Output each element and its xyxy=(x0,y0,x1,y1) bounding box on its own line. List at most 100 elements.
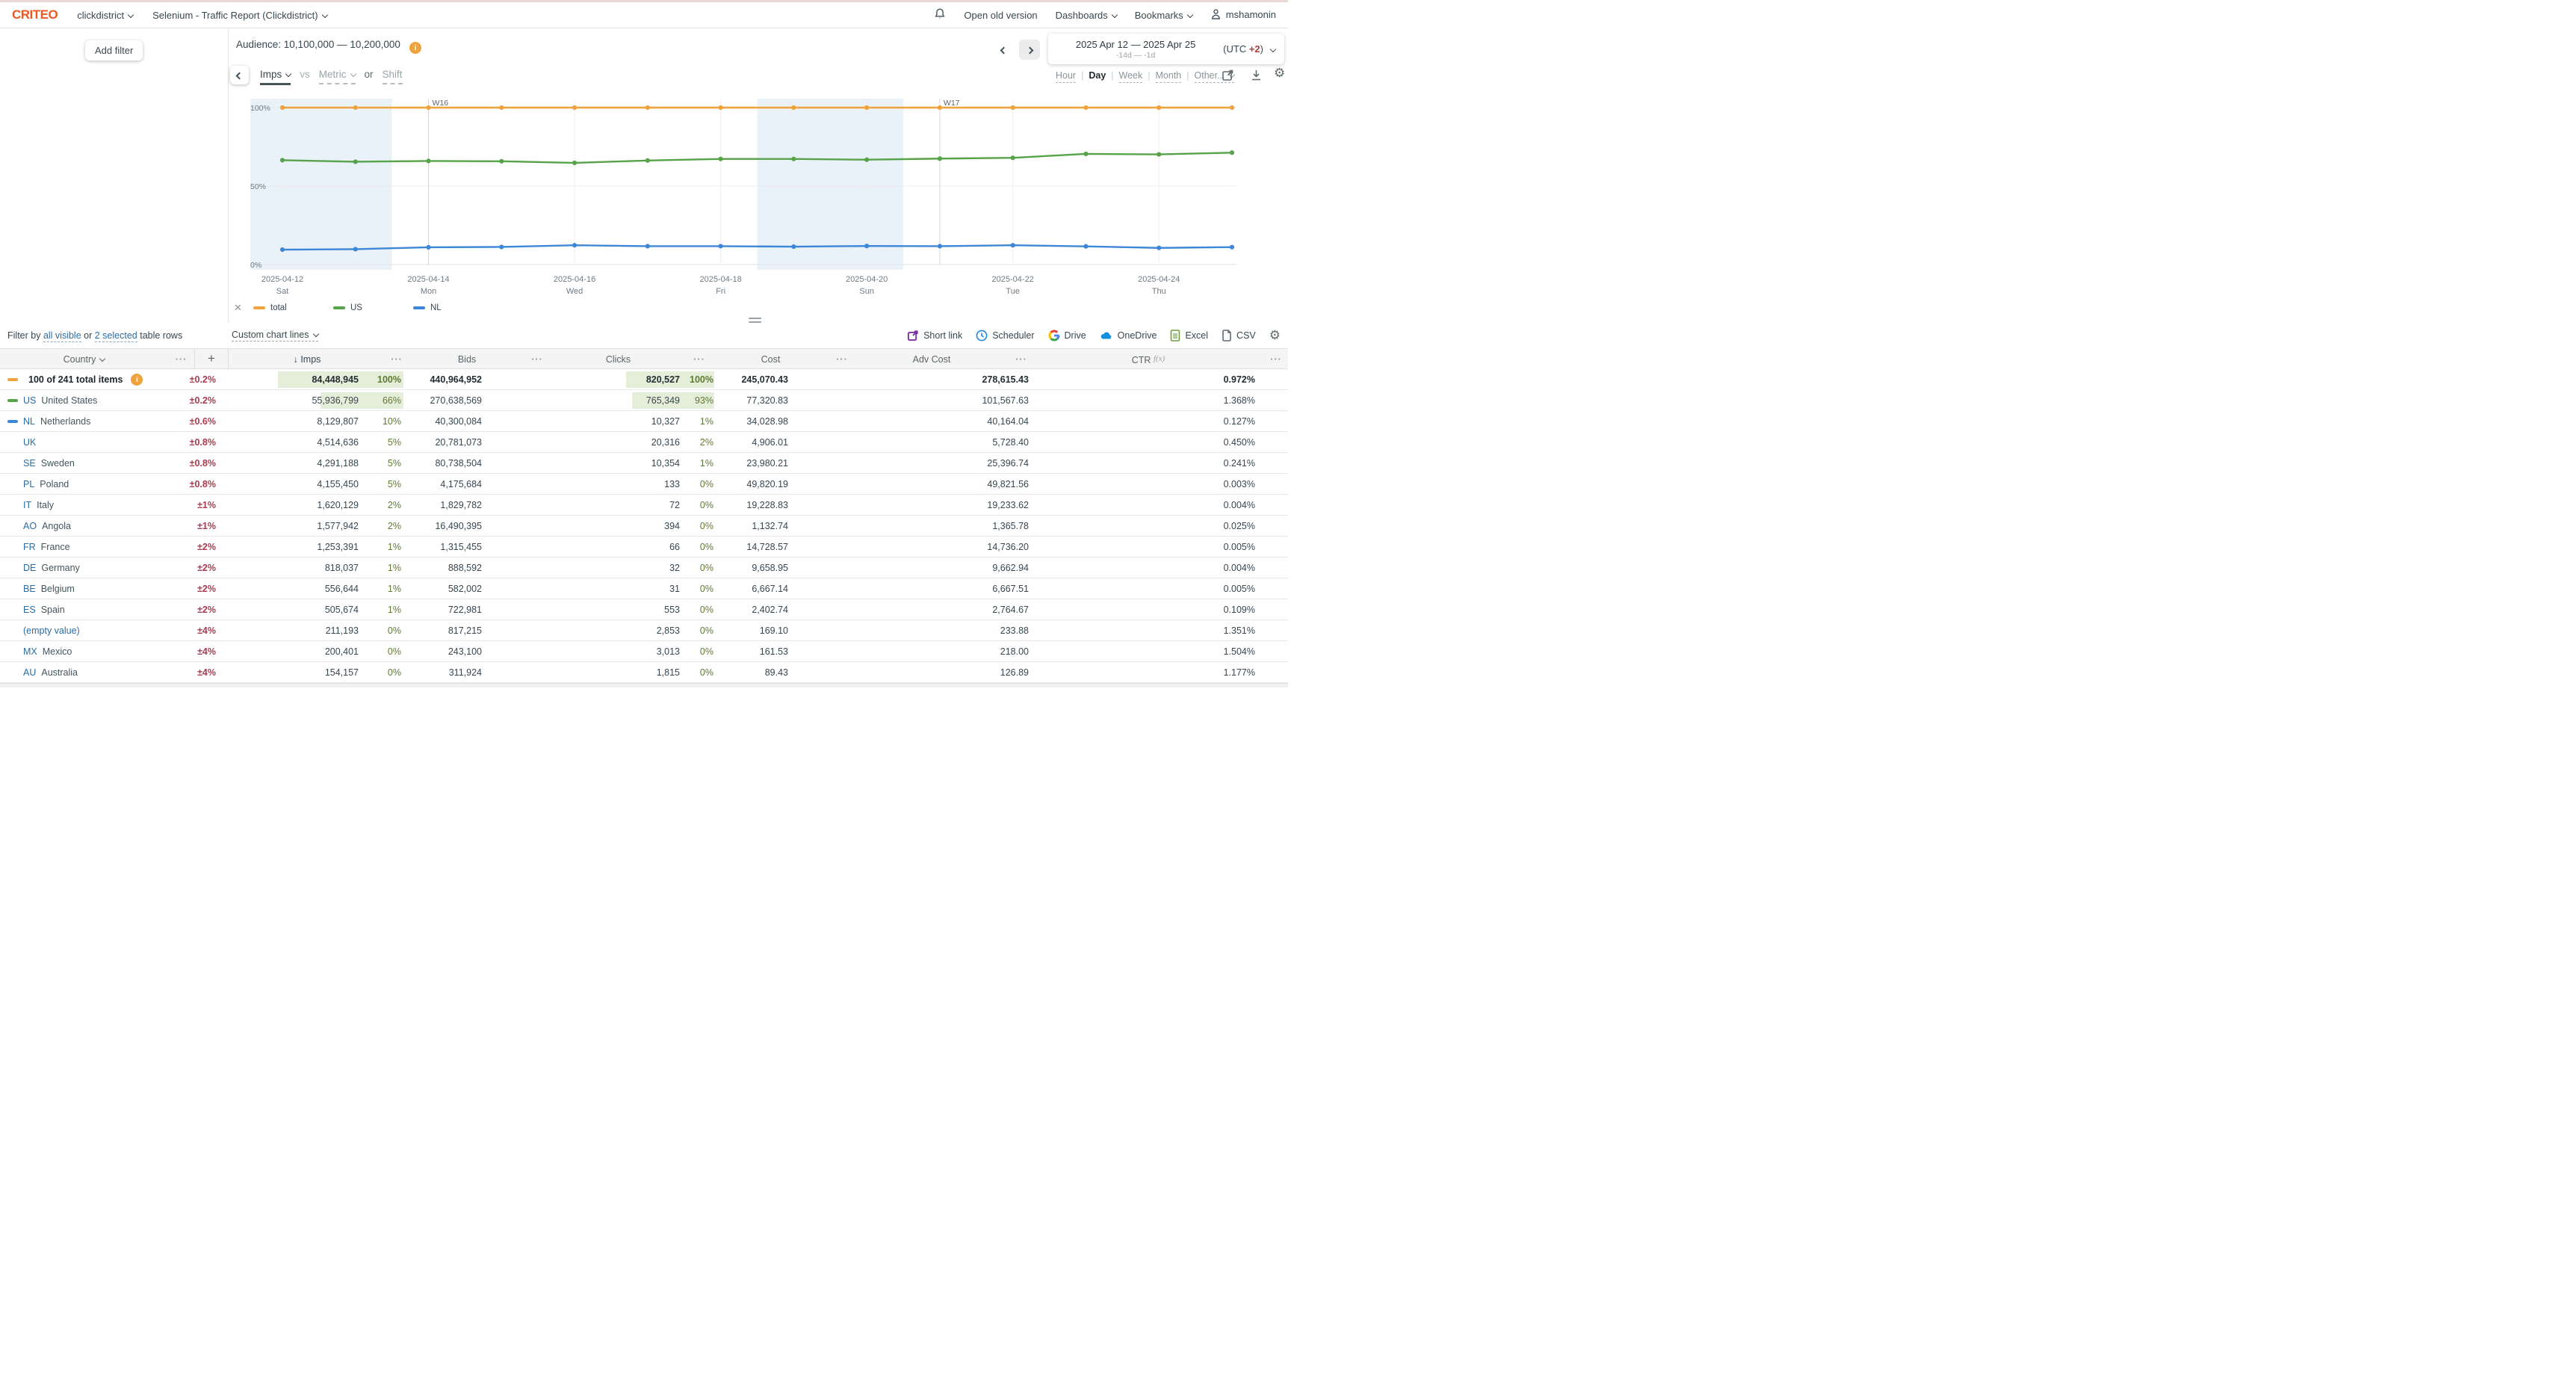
imps-column-menu-icon[interactable]: ··· xyxy=(386,354,408,365)
table-row[interactable]: FR France ±2% 1,253,391 1% 1,315,455 66 … xyxy=(0,537,1288,557)
compare-metric-dropdown[interactable]: Metric xyxy=(319,69,356,84)
filter-all-visible-link[interactable]: all visible xyxy=(43,330,81,342)
table-row[interactable]: BE Belgium ±2% 556,644 1% 582,002 31 0% … xyxy=(0,578,1288,599)
previous-range-button[interactable] xyxy=(997,43,1011,56)
table-row[interactable]: DE Germany ±2% 818,037 1% 888,592 32 0% … xyxy=(0,557,1288,578)
dashboards-menu[interactable]: Dashboards xyxy=(1056,10,1117,21)
country-cell[interactable]: UK xyxy=(0,437,168,448)
legend-item-us[interactable]: US xyxy=(333,303,413,312)
country-cell[interactable]: US United States xyxy=(0,395,168,406)
google-drive-button[interactable]: Drive xyxy=(1048,330,1086,342)
legend-item-total[interactable]: total xyxy=(253,303,333,312)
excel-export-button[interactable]: Excel xyxy=(1170,330,1208,342)
adv-cost-column-menu-icon[interactable]: ··· xyxy=(1010,354,1032,365)
country-code[interactable]: PL xyxy=(23,479,34,489)
column-header-adv-cost[interactable]: Adv Cost xyxy=(853,354,1010,365)
granularity-month[interactable]: Month xyxy=(1156,70,1182,83)
country-cell[interactable]: NL Netherlands xyxy=(0,416,168,427)
table-row[interactable]: MX Mexico ±4% 200,401 0% 243,100 3,013 0… xyxy=(0,641,1288,662)
custom-chart-lines-dropdown[interactable]: Custom chart lines xyxy=(232,330,318,342)
onedrive-button[interactable]: OneDrive xyxy=(1100,330,1157,342)
table-row[interactable]: IT Italy ±1% 1,620,129 2% 1,829,782 72 0… xyxy=(0,495,1288,516)
country-name: Belgium xyxy=(41,584,75,594)
table-row[interactable]: SE Sweden ±0.8% 4,291,188 5% 80,738,504 … xyxy=(0,453,1288,474)
country-column-menu-icon[interactable]: ··· xyxy=(168,354,194,365)
add-filter-button[interactable]: Add filter xyxy=(85,40,143,61)
country-code[interactable]: AO xyxy=(23,521,37,531)
column-header-country[interactable]: Country xyxy=(0,354,168,365)
table-row[interactable]: PL Poland ±0.8% 4,155,450 5% 4,175,684 1… xyxy=(0,474,1288,495)
country-code[interactable]: ES xyxy=(23,605,36,615)
traffic-share-line-chart[interactable]: W16W170%50%100%2025-04-12Sat2025-04-14Mo… xyxy=(229,93,1288,302)
table-settings-gear-icon[interactable]: ⚙ xyxy=(1269,328,1281,343)
table-row[interactable]: 100 of 241 total items i ±0.2% 84,448,94… xyxy=(0,369,1288,390)
country-cell[interactable]: ES Spain xyxy=(0,605,168,615)
bids-column-menu-icon[interactable]: ··· xyxy=(526,354,548,365)
country-code[interactable]: MX xyxy=(23,646,37,657)
country-cell[interactable]: SE Sweden xyxy=(0,458,168,469)
country-code[interactable]: AU xyxy=(23,667,36,678)
table-row[interactable]: ES Spain ±2% 505,674 1% 722,981 553 0% 2… xyxy=(0,599,1288,620)
open-old-version-link[interactable]: Open old version xyxy=(964,10,1037,21)
country-code[interactable]: NL xyxy=(23,416,35,427)
country-code[interactable]: IT xyxy=(23,500,31,510)
table-row[interactable]: AO Angola ±1% 1,577,942 2% 16,490,395 39… xyxy=(0,516,1288,537)
country-cell[interactable]: BE Belgium xyxy=(0,584,168,594)
country-code[interactable]: DE xyxy=(23,563,36,573)
country-code[interactable]: FR xyxy=(23,542,36,552)
country-cell[interactable]: AU Australia xyxy=(0,667,168,678)
metric-dropdown[interactable]: Imps xyxy=(260,69,291,85)
column-header-ctr[interactable]: CTR f(x) xyxy=(1032,354,1264,365)
country-code[interactable]: UK xyxy=(23,437,36,448)
country-cell[interactable]: PL Poland xyxy=(0,479,168,489)
csv-export-button[interactable]: CSV xyxy=(1222,330,1256,342)
table-row[interactable]: AU Australia ±4% 154,157 0% 311,924 1,81… xyxy=(0,662,1288,683)
granularity-week[interactable]: Week xyxy=(1119,70,1143,83)
column-header-clicks[interactable]: Clicks xyxy=(548,354,688,365)
account-switcher[interactable]: clickdistrict xyxy=(77,10,133,21)
chart-settings-gear-icon[interactable]: ⚙ xyxy=(1274,67,1285,79)
table-row[interactable]: (empty value) ±4% 211,193 0% 817,215 2,8… xyxy=(0,620,1288,641)
cost-column-menu-icon[interactable]: ··· xyxy=(831,354,853,365)
table-row[interactable]: NL Netherlands ±0.6% 8,129,807 10% 40,30… xyxy=(0,411,1288,432)
country-code[interactable]: (empty value) xyxy=(23,625,80,636)
legend-close-icon[interactable]: ✕ xyxy=(234,302,253,314)
country-cell[interactable]: IT Italy xyxy=(0,500,168,510)
scheduler-button[interactable]: Scheduler xyxy=(976,330,1034,342)
column-header-imps-sorted[interactable]: ↓ Imps xyxy=(229,354,386,365)
table-row[interactable]: UK ±0.8% 4,514,636 5% 20,781,073 20,316 … xyxy=(0,432,1288,453)
filter-selected-link[interactable]: 2 selected xyxy=(95,330,137,342)
shift-option[interactable]: Shift xyxy=(383,69,403,84)
report-title-dropdown[interactable]: Selenium - Traffic Report (Clickdistrict… xyxy=(152,10,327,21)
country-cell[interactable]: FR France xyxy=(0,542,168,552)
country-cell[interactable]: 100 of 241 total items i xyxy=(0,374,168,386)
country-code[interactable]: US xyxy=(23,395,36,406)
country-cell[interactable]: DE Germany xyxy=(0,563,168,573)
country-cell[interactable]: MX Mexico xyxy=(0,646,168,657)
next-range-button[interactable] xyxy=(1019,40,1040,60)
bookmarks-menu[interactable]: Bookmarks xyxy=(1135,10,1192,21)
info-icon[interactable]: i xyxy=(131,374,143,386)
user-menu[interactable]: mshamonin xyxy=(1210,8,1276,22)
ctr-column-menu-icon[interactable]: ··· xyxy=(1264,354,1288,365)
granularity-hour[interactable]: Hour xyxy=(1056,70,1076,83)
column-header-cost[interactable]: Cost xyxy=(710,354,831,365)
clicks-column-menu-icon[interactable]: ··· xyxy=(688,354,710,365)
info-icon[interactable]: i xyxy=(409,42,421,54)
country-code[interactable]: BE xyxy=(23,584,36,594)
collapse-metric-button[interactable] xyxy=(230,66,249,84)
download-icon[interactable] xyxy=(1250,69,1263,84)
add-column-button[interactable]: + xyxy=(194,349,229,370)
short-link-button[interactable]: Short link xyxy=(907,330,962,342)
granularity-day-selected[interactable]: Day xyxy=(1089,70,1106,81)
column-header-bids[interactable]: Bids xyxy=(408,354,526,365)
table-row[interactable]: US United States ±0.2% 55,936,799 66% 27… xyxy=(0,390,1288,411)
country-cell[interactable]: (empty value) xyxy=(0,625,168,636)
date-range-picker[interactable]: 2025 Apr 12 — 2025 Apr 25 -14d — -1d (UT… xyxy=(1048,34,1284,64)
open-in-new-icon[interactable] xyxy=(1222,69,1234,84)
country-code[interactable]: SE xyxy=(23,458,36,469)
date-range-relative: -14d — -1d xyxy=(1048,51,1223,60)
country-cell[interactable]: AO Angola xyxy=(0,521,168,531)
legend-item-nl[interactable]: NL xyxy=(413,303,493,312)
bell-icon[interactable] xyxy=(934,7,946,22)
